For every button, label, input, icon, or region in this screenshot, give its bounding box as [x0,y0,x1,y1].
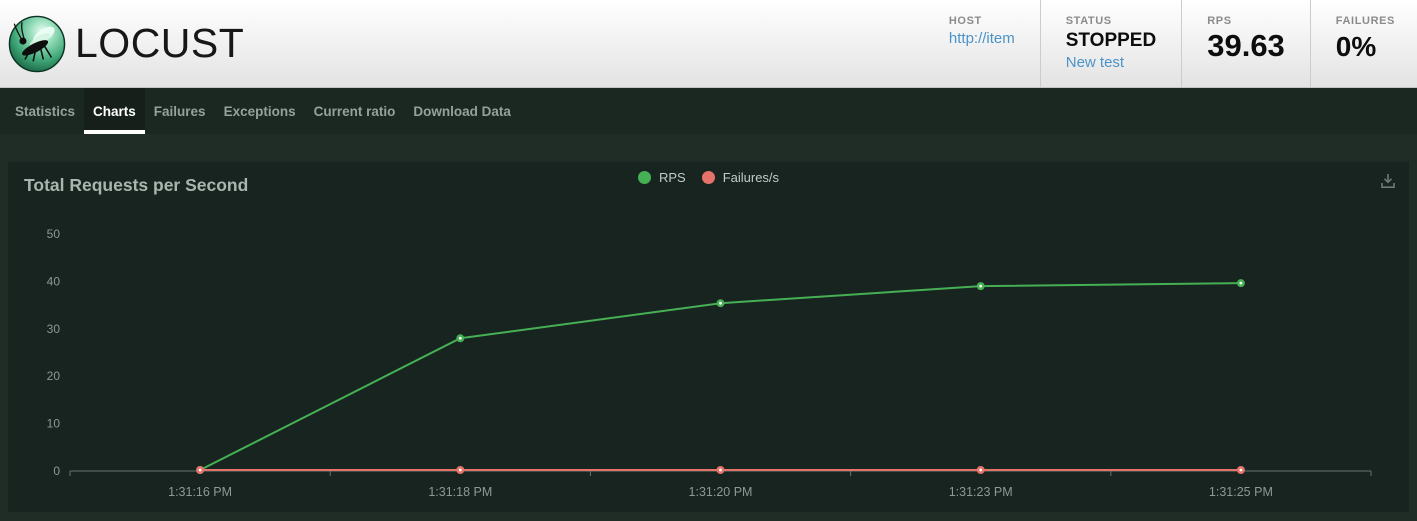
tab-download-data[interactable]: Download Data [404,88,520,134]
tab-bar: Statistics Charts Failures Exceptions Cu… [0,88,1417,134]
stat-status: STATUS STOPPED New test [1040,0,1181,87]
legend-item-failures-s[interactable]: Failures/s [702,170,779,185]
legend-dot-failures-s [702,171,715,184]
tab-statistics[interactable]: Statistics [6,88,84,134]
legend-item-rps[interactable]: RPS [638,170,686,185]
header: LOCUST HOST http://item STATUS STOPPED N… [0,0,1417,88]
tab-current-ratio[interactable]: Current ratio [305,88,405,134]
stat-host: HOST http://item [924,0,1040,87]
host-label: HOST [949,15,1015,27]
tab-failures[interactable]: Failures [145,88,215,134]
y-axis-labels: 0 10 20 30 40 50 [47,227,61,478]
svg-text:10: 10 [47,417,61,431]
svg-text:1:31:25 PM: 1:31:25 PM [1209,485,1273,499]
locust-logo-icon [8,15,66,73]
svg-text:0: 0 [53,464,60,478]
rps-label: RPS [1207,15,1285,27]
host-link[interactable]: http://item [949,30,1015,47]
svg-text:1:31:20 PM: 1:31:20 PM [689,485,753,499]
new-test-link[interactable]: New test [1066,54,1156,71]
stat-rps: RPS 39.63 [1181,0,1310,87]
rps-value: 39.63 [1207,30,1285,63]
legend-label-failures-s: Failures/s [723,170,779,185]
download-icon [1379,172,1397,190]
svg-text:50: 50 [47,227,61,241]
status-label: STATUS [1066,15,1156,27]
svg-text:1:31:16 PM: 1:31:16 PM [168,485,232,499]
svg-text:30: 30 [47,322,61,336]
brand[interactable]: LOCUST [0,15,244,73]
x-axis-labels: 1:31:16 PM 1:31:18 PM 1:31:20 PM 1:31:23 PM… [168,485,1273,499]
svg-text:1:31:18 PM: 1:31:18 PM [428,485,492,499]
failures-label: FAILURES [1336,15,1395,27]
chart-legend: RPS Failures/s [8,164,1409,190]
svg-text:40: 40 [47,274,61,288]
chart-canvas: 0 10 20 30 40 50 1:31:16 PM 1:31:18 PM 1:31:20 P… [8,162,1409,512]
save-chart-button[interactable] [1377,170,1399,192]
stat-failures: FAILURES 0% [1310,0,1417,87]
svg-text:1:31:23 PM: 1:31:23 PM [949,485,1013,499]
legend-dot-rps [638,171,651,184]
brand-wordmark: LOCUST [75,23,244,64]
legend-label-rps: RPS [659,170,686,185]
svg-text:20: 20 [47,369,61,383]
failures-value: 0% [1336,30,1395,61]
status-value: STOPPED [1066,30,1156,52]
chart-panel: 0 10 20 30 40 50 1:31:16 PM 1:31:18 PM 1:31:20 P… [8,162,1409,512]
failures-s-series [196,466,1245,474]
tab-exceptions[interactable]: Exceptions [215,88,305,134]
rps-series [196,279,1245,474]
header-stats: HOST http://item STATUS STOPPED New test… [924,0,1417,87]
tab-charts[interactable]: Charts [84,88,145,134]
rps-line [200,283,1241,470]
